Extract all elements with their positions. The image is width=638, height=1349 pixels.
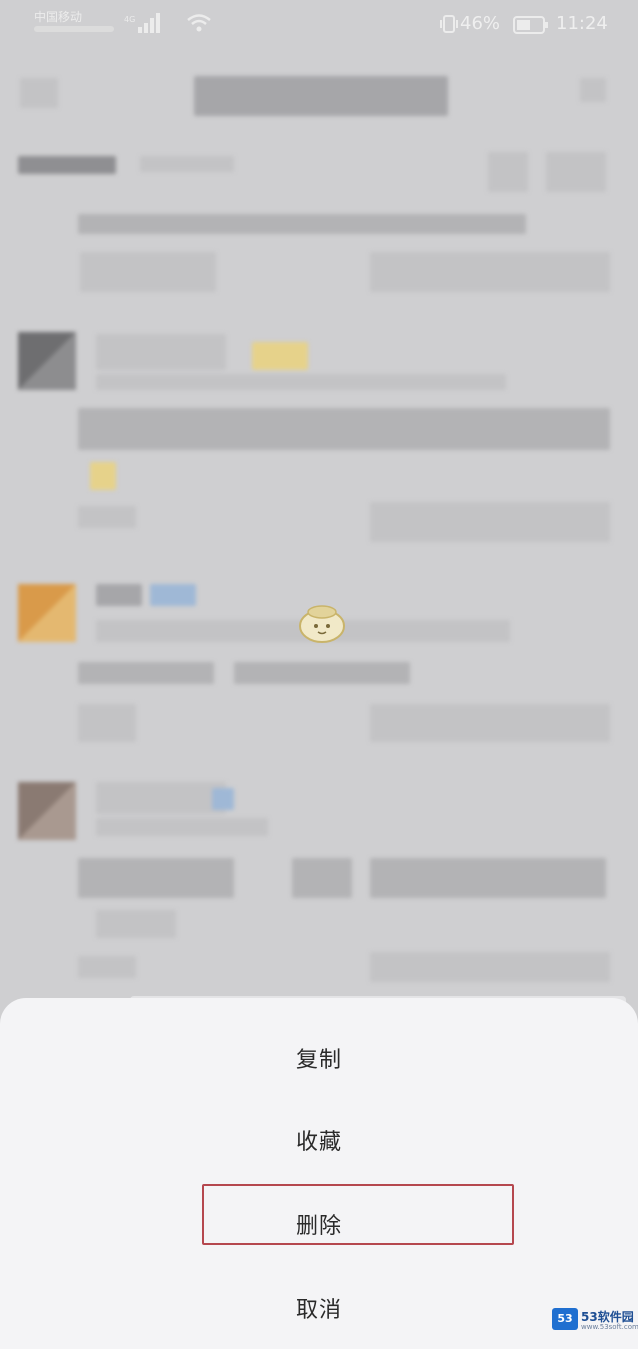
section-sub-blur (140, 156, 234, 172)
username-blur (96, 782, 226, 814)
comment-blur-3 (370, 858, 606, 898)
comment-blur (78, 408, 610, 450)
emoji-blur (252, 342, 308, 370)
comment-blur (78, 662, 214, 684)
delete-highlight-box (202, 1184, 514, 1245)
comment-blur-2 (234, 662, 410, 684)
mascot-icon (299, 605, 345, 643)
meta-blur (78, 506, 136, 528)
cancel-button[interactable]: 取消 (0, 1278, 638, 1338)
time-blur (96, 818, 268, 836)
badge-blur (212, 788, 234, 810)
username-blur (96, 584, 142, 606)
post-meta-blur (80, 252, 216, 292)
title-blur (194, 76, 448, 116)
meta-blur (78, 704, 136, 742)
blurred-feed (0, 52, 638, 1012)
time-blur (96, 374, 506, 390)
actions-blur (370, 502, 610, 542)
menu-icon-blur (580, 78, 606, 102)
watermark-url: www.53soft.com (581, 1323, 638, 1331)
screen: 中国移动 4G 46% 11:24 复制 收藏 删除 取消 53 53软件园 w… (0, 0, 638, 1349)
avatar (18, 782, 76, 840)
avatar (18, 584, 76, 642)
comment-blur-4 (96, 910, 176, 938)
meta-blur (78, 956, 136, 978)
vibrate-icon (440, 15, 458, 33)
comment-blur (78, 858, 234, 898)
back-button-blur (20, 78, 58, 108)
action-blur (488, 152, 528, 192)
carrier-sub-blur (34, 26, 114, 32)
username-blur (96, 334, 226, 370)
watermark-logo: 53 (552, 1308, 578, 1330)
watermark: 53 53软件园 www.53soft.com (552, 1306, 638, 1336)
favorite-button[interactable]: 收藏 (0, 1110, 638, 1170)
emoji-blur-2 (90, 462, 116, 490)
avatar (18, 332, 76, 390)
post-actions-blur (370, 252, 610, 292)
battery-percent: 46% (460, 13, 501, 34)
battery-icon (513, 16, 548, 34)
section-header-blur (18, 156, 116, 174)
signal-icon: 4G (124, 13, 160, 33)
comment-blur-2 (292, 858, 352, 898)
actions-blur (370, 704, 610, 742)
actions-blur (370, 952, 610, 982)
svg-text:4G: 4G (124, 15, 135, 24)
wifi-icon (187, 14, 211, 32)
status-bar: 中国移动 4G 46% 11:24 (0, 0, 638, 52)
clock: 11:24 (556, 13, 608, 34)
copy-button[interactable]: 复制 (0, 1028, 638, 1088)
badge-blur (150, 584, 196, 606)
carrier-label: 中国移动 (34, 10, 83, 24)
action-blur-2 (546, 152, 606, 192)
post-text-blur (78, 214, 526, 234)
